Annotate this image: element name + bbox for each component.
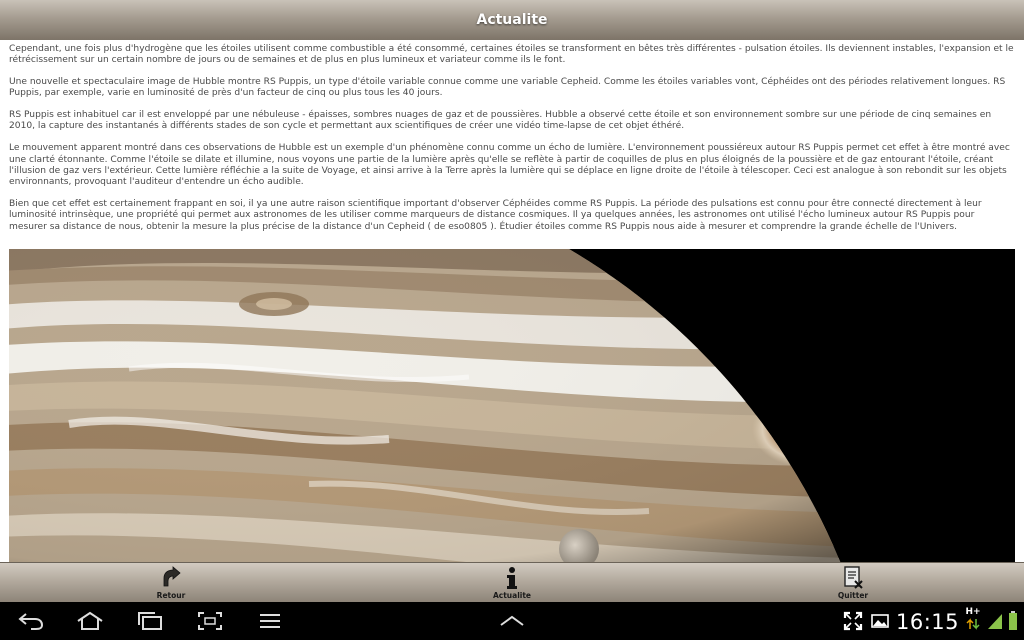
article-paragraph-1: Cependant, une fois plus d'hydrogène que… xyxy=(9,44,1014,66)
jupiter-image xyxy=(9,249,1015,562)
bottom-toolbar: Retour Actualite Quitter xyxy=(0,562,1024,602)
paragraph-text: ). Étudier étoiles comme RS Puppis nous … xyxy=(490,221,958,232)
back-icon xyxy=(18,613,44,630)
battery-icon xyxy=(1006,608,1020,634)
title-bar: Actualite xyxy=(0,0,1024,40)
menu-button[interactable] xyxy=(254,608,286,634)
network-status-icon: H+ xyxy=(962,606,984,632)
article-view[interactable]: Cependant, une fois plus d'hydrogène que… xyxy=(0,40,1024,562)
page-title: Actualite xyxy=(476,12,548,28)
back-button-label: Retour xyxy=(156,591,186,600)
article-paragraph-4: Le mouvement apparent montré dans ces ob… xyxy=(9,143,1010,188)
eso0805-link[interactable]: de eso0805 xyxy=(431,222,490,232)
document-close-icon xyxy=(842,566,864,590)
news-button[interactable]: Actualite xyxy=(467,563,557,603)
quick-launch-button[interactable] xyxy=(496,608,528,634)
system-bar: 16:15 H+ xyxy=(0,602,1024,640)
quit-button[interactable]: Quitter xyxy=(808,563,898,603)
quit-button-label: Quitter xyxy=(837,591,869,600)
article-body: Cependant, une fois plus d'hydrogène que… xyxy=(0,40,1024,233)
recent-apps-icon xyxy=(138,612,162,630)
clock: 16:15 xyxy=(896,610,960,634)
fullscreen-icon xyxy=(843,611,863,631)
article-paragraph-2: Une nouvelle et spectaculaire image de H… xyxy=(9,77,1006,99)
data-arrows-icon xyxy=(966,618,980,630)
nav-recents-button[interactable] xyxy=(134,608,166,634)
signal-icon xyxy=(986,608,1004,634)
fullscreen-button[interactable] xyxy=(840,608,866,634)
back-button[interactable]: Retour xyxy=(126,563,216,603)
menu-icon xyxy=(260,614,280,628)
home-icon xyxy=(77,611,103,630)
article-paragraph-5: Bien que cet effet est certainement frap… xyxy=(9,199,1015,233)
gallery-notification-icon xyxy=(868,608,892,634)
article-paragraph-3: RS Puppis est inhabituel car il est enve… xyxy=(9,110,992,132)
screenshot-icon xyxy=(198,612,222,630)
jupiter-illustration xyxy=(9,249,1015,562)
network-type: H+ xyxy=(965,607,981,617)
info-icon xyxy=(501,566,523,590)
chevron-up-icon xyxy=(500,615,524,626)
nav-back-button[interactable] xyxy=(16,608,46,634)
nav-home-button[interactable] xyxy=(74,608,106,634)
arrow-icon xyxy=(160,566,182,590)
screenshot-button[interactable] xyxy=(194,608,226,634)
news-button-label: Actualite xyxy=(492,591,532,600)
